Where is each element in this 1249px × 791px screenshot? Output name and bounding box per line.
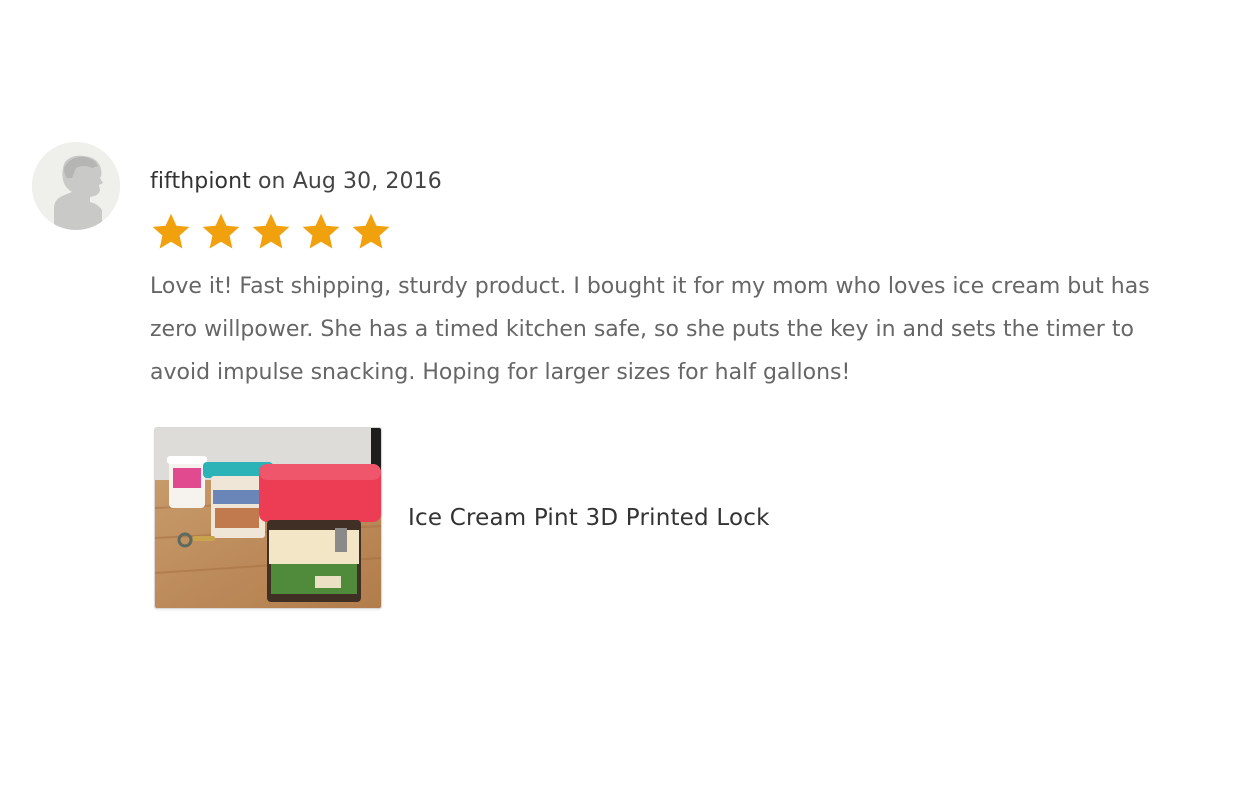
listing-title[interactable]: Ice Cream Pint 3D Printed Lock [408, 505, 770, 531]
product-photo-icon [155, 428, 381, 608]
star-filled-icon [152, 213, 190, 249]
review-content: fifthpiont on Aug 30, 2016 Love it! Fast… [150, 142, 1210, 609]
star-filled-icon [252, 213, 290, 249]
listing-thumbnail[interactable] [154, 427, 382, 609]
listing-link[interactable]: Ice Cream Pint 3D Printed Lock [150, 427, 1210, 609]
review-meta: fifthpiont on Aug 30, 2016 [150, 168, 1210, 196]
review-text: Love it! Fast shipping, sturdy product. … [150, 274, 1150, 385]
reviewer-name[interactable]: fifthpiont [150, 169, 251, 194]
star-rating [150, 210, 1210, 254]
star-filled-icon [302, 213, 340, 249]
review-date: on Aug 30, 2016 [258, 169, 442, 194]
avatar[interactable] [32, 142, 120, 230]
default-user-silhouette-icon [32, 142, 120, 230]
star-filled-icon [352, 213, 390, 249]
star-filled-icon [202, 213, 240, 249]
